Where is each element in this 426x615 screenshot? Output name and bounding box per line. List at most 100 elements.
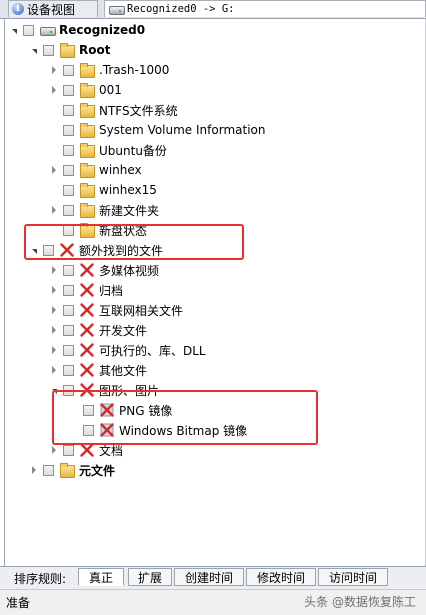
collapse-arrow-icon[interactable] xyxy=(29,240,39,260)
expand-arrow-icon[interactable] xyxy=(49,360,59,380)
tree-item[interactable]: Recognized0 xyxy=(9,20,145,40)
tree-item-checkbox[interactable] xyxy=(63,84,74,96)
tree-item[interactable]: Ubuntu备份 xyxy=(49,140,167,160)
expander-placeholder xyxy=(49,180,59,200)
tree-item-label: 开发文件 xyxy=(99,323,148,338)
collapse-arrow-icon[interactable] xyxy=(9,20,19,40)
drive-icon xyxy=(39,22,56,38)
tab-device-view[interactable]: i 设备视图 xyxy=(8,0,98,17)
sort-option-accessed[interactable]: 访问时间 xyxy=(318,568,388,586)
tree-item-checkbox[interactable] xyxy=(63,224,74,236)
expand-arrow-icon[interactable] xyxy=(49,280,59,300)
folder-icon xyxy=(59,42,75,58)
red-x-icon xyxy=(79,282,95,298)
tree-item-label: 可执行的、库、DLL xyxy=(99,343,206,358)
expander-placeholder xyxy=(49,140,59,160)
tree-item[interactable]: winhex15 xyxy=(49,180,157,200)
tree-item-checkbox[interactable] xyxy=(63,304,74,316)
tree-item-label: .Trash-1000 xyxy=(99,63,170,77)
tree-item-label: 其他文件 xyxy=(99,363,148,378)
expander-placeholder xyxy=(49,100,59,120)
red-x-icon xyxy=(79,442,95,458)
red-x-icon xyxy=(79,382,95,398)
drive-icon xyxy=(108,1,125,17)
tree-item[interactable]: winhex xyxy=(49,160,142,180)
watermark-text: 头条 @数据恢复陈工 xyxy=(304,595,416,609)
tree-item[interactable]: 额外找到的文件 xyxy=(29,240,163,260)
status-text: 准备 xyxy=(6,596,31,610)
tab-recognized0[interactable]: Recognized0 -> G: xyxy=(104,0,426,17)
tree-item[interactable]: 新盘状态 xyxy=(49,220,147,240)
tree-item[interactable]: 文档 xyxy=(49,440,123,460)
tree-item-checkbox[interactable] xyxy=(63,364,74,376)
tree-item-checkbox[interactable] xyxy=(63,324,74,336)
expand-arrow-icon[interactable] xyxy=(49,80,59,100)
tree-item-checkbox[interactable] xyxy=(43,44,54,56)
collapse-arrow-icon[interactable] xyxy=(29,40,39,60)
folder-icon xyxy=(79,142,95,158)
tree-item[interactable]: 元文件 xyxy=(29,460,115,480)
tree-item-label: PNG 镜像 xyxy=(119,403,173,418)
expander-placeholder xyxy=(49,120,59,140)
tree-item-checkbox[interactable] xyxy=(63,344,74,356)
tree-item[interactable]: System Volume Information xyxy=(49,120,265,140)
tree-item-label: winhex xyxy=(99,163,142,177)
expand-arrow-icon[interactable] xyxy=(49,60,59,80)
expand-arrow-icon[interactable] xyxy=(49,440,59,460)
tree-item[interactable]: Root xyxy=(29,40,110,60)
tree-item[interactable]: 开发文件 xyxy=(49,320,147,340)
sort-option-extension[interactable]: 扩展 xyxy=(128,568,172,586)
folder-icon xyxy=(79,62,95,78)
tree-item-checkbox[interactable] xyxy=(63,164,74,176)
tree-item-checkbox[interactable] xyxy=(63,444,74,456)
tree-item-checkbox[interactable] xyxy=(63,104,74,116)
tree-item[interactable]: NTFS文件系统 xyxy=(49,100,178,120)
tab-bar: i 设备视图 Recognized0 -> G: xyxy=(0,0,426,19)
expand-arrow-icon[interactable] xyxy=(49,260,59,280)
tree-item[interactable]: PNG 镜像 xyxy=(69,400,172,420)
tree-item[interactable]: 其他文件 xyxy=(49,360,147,380)
tree-item-label: 文档 xyxy=(99,443,124,458)
sort-option-real[interactable]: 真正 xyxy=(78,568,124,586)
tree-item-label: NTFS文件系统 xyxy=(99,103,178,118)
tree-item-checkbox[interactable] xyxy=(83,404,94,416)
tree-item[interactable]: 归档 xyxy=(49,280,123,300)
sort-option-created[interactable]: 创建时间 xyxy=(174,568,244,586)
tree-item-checkbox[interactable] xyxy=(63,284,74,296)
tree-item-checkbox[interactable] xyxy=(63,124,74,136)
tree-item-checkbox[interactable] xyxy=(63,184,74,196)
folder-icon xyxy=(59,462,75,478)
tree-item-label: 图形、图片 xyxy=(99,383,160,398)
tree-item[interactable]: 新建文件夹 xyxy=(49,200,159,220)
tree-item-checkbox[interactable] xyxy=(43,464,54,476)
tree-item[interactable]: 互联网相关文件 xyxy=(49,300,183,320)
folder-icon xyxy=(79,162,95,178)
tree-item-checkbox[interactable] xyxy=(63,204,74,216)
expand-arrow-icon[interactable] xyxy=(49,320,59,340)
tree-item[interactable]: 可执行的、库、DLL xyxy=(49,340,206,360)
tree-item-label: System Volume Information xyxy=(99,123,266,137)
tree-item-checkbox[interactable] xyxy=(63,144,74,156)
red-x-icon xyxy=(79,362,95,378)
tree-item-checkbox[interactable] xyxy=(43,244,54,256)
expand-arrow-icon[interactable] xyxy=(49,300,59,320)
tree-item-checkbox[interactable] xyxy=(23,24,34,36)
expand-arrow-icon[interactable] xyxy=(49,160,59,180)
tree-item-checkbox[interactable] xyxy=(63,384,74,396)
tree-item[interactable]: 图形、图片 xyxy=(49,380,159,400)
expand-arrow-icon[interactable] xyxy=(49,200,59,220)
expand-arrow-icon[interactable] xyxy=(49,340,59,360)
sort-option-modified[interactable]: 修改时间 xyxy=(246,568,316,586)
collapse-arrow-icon[interactable] xyxy=(49,380,59,400)
info-icon: i xyxy=(12,3,24,15)
tree-item[interactable]: 多媒体视频 xyxy=(49,260,159,280)
tree-item[interactable]: .Trash-1000 xyxy=(49,60,169,80)
tree-item-checkbox[interactable] xyxy=(63,64,74,76)
file-tree[interactable]: Recognized0 Root .Trash-1000 001 NTFS文件系统 Sys… xyxy=(4,19,426,566)
tree-item-checkbox[interactable] xyxy=(63,264,74,276)
expand-arrow-icon[interactable] xyxy=(29,460,39,480)
tree-item[interactable]: 001 xyxy=(49,80,122,100)
folder-icon xyxy=(79,202,95,218)
tree-item[interactable]: Windows Bitmap 镜像 xyxy=(69,420,247,440)
tree-item-checkbox[interactable] xyxy=(83,424,94,436)
